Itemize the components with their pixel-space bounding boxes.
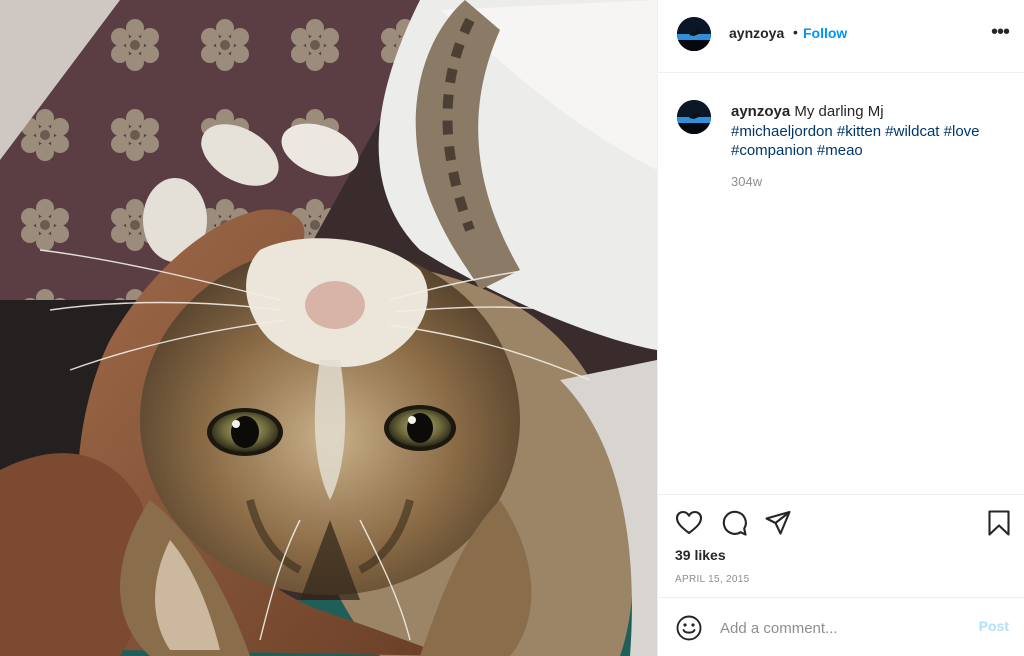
more-options-icon[interactable]: ••• <box>990 22 1010 46</box>
caption-avatar[interactable] <box>677 100 711 134</box>
header-separator: • <box>793 24 798 40</box>
hashtag-link[interactable]: #love <box>944 123 980 140</box>
caption-age[interactable]: 304w <box>731 174 762 189</box>
caption-text: aynzoya My darling Mj #michaeljordon #ki… <box>731 102 1011 161</box>
avatar-image <box>677 100 711 134</box>
post-details-panel: aynzoya • Follow ••• aynzoya My darling … <box>657 0 1024 656</box>
hashtag-link[interactable]: #companion <box>731 142 813 159</box>
comment-icon[interactable] <box>720 509 748 537</box>
hashtag-link[interactable]: #michaeljordon <box>731 123 833 140</box>
hashtag-link[interactable]: #meao <box>817 142 863 159</box>
comment-bar: Post <box>658 597 1024 656</box>
post-photo[interactable] <box>0 0 657 656</box>
likes-count[interactable]: 39 likes <box>675 547 726 563</box>
bookmark-icon[interactable] <box>985 509 1013 537</box>
hashtag-link[interactable]: #kitten <box>837 123 881 140</box>
avatar-image <box>677 17 711 51</box>
heart-icon[interactable] <box>675 509 703 537</box>
caption-username[interactable]: aynzoya <box>731 103 790 120</box>
hashtag-link[interactable]: #wildcat <box>885 123 939 140</box>
post-actions: 39 likes APRIL 15, 2015 <box>658 494 1024 597</box>
avatar[interactable] <box>677 17 711 51</box>
cat-photo-illustration <box>0 0 657 656</box>
post-comment-button[interactable]: Post <box>979 618 1009 634</box>
caption-body: My darling Mj <box>794 103 884 120</box>
post-date[interactable]: APRIL 15, 2015 <box>675 574 749 585</box>
follow-button[interactable]: Follow <box>803 25 847 41</box>
post-header: aynzoya • Follow ••• <box>658 0 1024 73</box>
share-icon[interactable] <box>764 509 792 537</box>
emoji-icon[interactable] <box>675 614 703 642</box>
instagram-post: aynzoya • Follow ••• aynzoya My darling … <box>0 0 1024 656</box>
header-username[interactable]: aynzoya <box>729 25 784 41</box>
comment-input[interactable] <box>718 616 972 640</box>
